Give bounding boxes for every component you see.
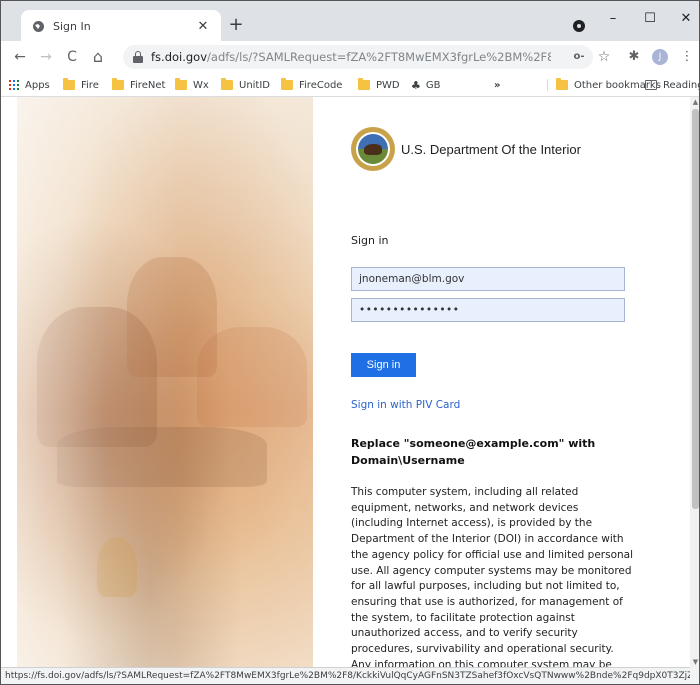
tab-strip: Sign In ✕ + – ☐ ✕ <box>1 1 699 42</box>
bookmark-label: Wx <box>193 79 209 91</box>
status-bar-url: https://fs.doi.gov/adfs/ls/?SAMLRequest=… <box>1 667 690 684</box>
url-path: /adfs/ls/?SAMLRequest=fZA%2FT8MwEMX3fgrL… <box>207 50 551 64</box>
scroll-up-arrow-icon[interactable]: ▲ <box>690 97 699 107</box>
folder-icon <box>112 78 124 90</box>
folder-icon <box>281 78 293 90</box>
sign-in-button[interactable]: Sign in <box>351 353 416 377</box>
lock-icon[interactable] <box>133 51 143 63</box>
close-window-button[interactable]: ✕ <box>671 7 699 31</box>
tab-close-icon[interactable]: ✕ <box>195 19 211 34</box>
maximize-button[interactable]: ☐ <box>635 7 665 31</box>
tab-title: Sign In <box>53 19 91 33</box>
bookmark-label: PWD <box>376 79 400 91</box>
reload-button[interactable]: C <box>61 47 83 67</box>
notice-title: Replace "someone@example.com" with Domai… <box>351 437 596 467</box>
bookmark-label: GB <box>425 79 441 91</box>
url-host: fs.doi.gov <box>151 50 208 64</box>
sign-in-panel: U.S. Department Of the Interior Sign in … <box>313 97 690 667</box>
bookmark-wx[interactable]: Wx <box>175 77 209 93</box>
scroll-down-arrow-icon[interactable]: ▼ <box>690 657 699 667</box>
new-tab-button[interactable]: + <box>225 15 247 37</box>
page-scrollbar[interactable]: ▲ ▼ <box>690 97 699 667</box>
bookmark-label: Reading list <box>663 79 700 91</box>
url-text: fs.doi.gov/adfs/ls/?SAMLRequest=fZA%2FT8… <box>151 50 551 64</box>
bookmark-fire[interactable]: Fire <box>63 77 99 93</box>
password-field[interactable]: ••••••••••••••• <box>351 298 625 322</box>
browser-window: Sign In ✕ + – ☐ ✕ ← → C ⌂ fs.doi.gov/adf… <box>0 0 700 685</box>
department-header: U.S. Department Of the Interior <box>351 127 581 171</box>
incognito-icon[interactable] <box>573 20 585 32</box>
status-corner <box>690 667 699 684</box>
scroll-thumb[interactable] <box>692 109 699 509</box>
folder-icon <box>221 78 233 90</box>
background-illustration <box>17 97 313 667</box>
address-bar[interactable]: fs.doi.gov/adfs/ls/?SAMLRequest=fZA%2FT8… <box>123 45 593 69</box>
bookmark-unitid[interactable]: UnitID <box>221 77 270 93</box>
back-button[interactable]: ← <box>9 47 31 67</box>
menu-icon[interactable]: ⋮ <box>677 47 697 67</box>
sign-in-heading: Sign in <box>351 234 389 247</box>
bookmarks-overflow-button[interactable]: » <box>494 77 500 93</box>
folder-icon <box>175 78 187 90</box>
tab-sign-in[interactable]: Sign In ✕ <box>21 10 221 42</box>
forward-button[interactable]: → <box>35 47 57 67</box>
apps-grid-icon <box>9 80 19 90</box>
department-name: U.S. Department Of the Interior <box>401 141 581 157</box>
bookmark-label: UnitID <box>239 79 271 91</box>
extensions-icon[interactable]: ✱ <box>624 47 644 67</box>
bookmark-label: Apps <box>25 79 50 91</box>
reading-list-button[interactable]: Reading list <box>645 77 700 93</box>
username-field[interactable]: jnoneman@blm.gov <box>351 267 625 291</box>
home-button[interactable]: ⌂ <box>87 47 109 67</box>
bookmark-star-icon[interactable]: ☆ <box>594 47 614 67</box>
minimize-button[interactable]: – <box>598 7 628 31</box>
bookmark-firenet[interactable]: FireNet <box>112 77 165 93</box>
bookmarks-bar: Apps Fire FireNet Wx UnitID FireCode PWD… <box>1 73 700 97</box>
bookmark-pwd[interactable]: PWD <box>358 77 400 93</box>
bookmark-label: Fire <box>81 79 99 91</box>
bookmark-label: FireCode <box>299 79 343 91</box>
browser-toolbar: ← → C ⌂ fs.doi.gov/adfs/ls/?SAMLRequest=… <box>1 41 699 73</box>
bookmark-firecode[interactable]: FireCode <box>281 77 342 93</box>
profile-avatar[interactable]: J <box>652 49 668 65</box>
key-icon[interactable]: o- <box>569 47 589 67</box>
bookmark-label: FireNet <box>130 79 166 91</box>
folder-icon <box>63 78 75 90</box>
bookmarks-divider <box>547 79 548 91</box>
bookmark-apps[interactable]: Apps <box>9 77 50 93</box>
folder-icon <box>358 78 370 90</box>
globe-icon <box>31 19 45 33</box>
reading-list-icon <box>645 80 657 90</box>
notice-body: This computer system, including all rela… <box>351 486 634 667</box>
piv-card-link[interactable]: Sign in with PIV Card <box>351 399 460 411</box>
club-icon: ♣ <box>411 78 421 92</box>
doi-seal-icon <box>351 127 395 171</box>
bookmark-gb[interactable]: ♣ GB <box>411 77 440 93</box>
page-viewport: U.S. Department Of the Interior Sign in … <box>1 97 690 667</box>
folder-icon <box>556 78 568 90</box>
